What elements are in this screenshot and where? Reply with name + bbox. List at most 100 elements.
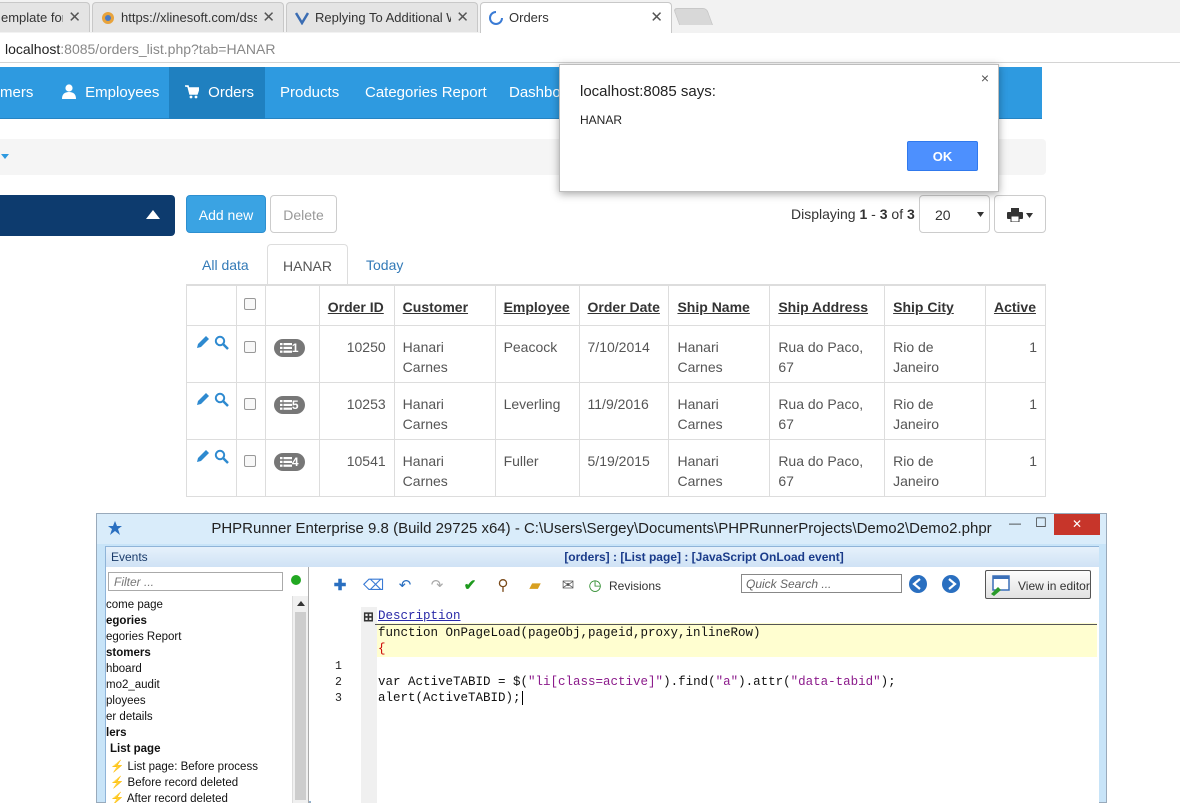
maximize-button[interactable]: ☐ [1029,514,1053,534]
close-icon[interactable]: ✕ [456,8,469,26]
column-header-ship-name[interactable]: Ship Name [668,285,771,326]
nav-item-label: mers [0,84,34,101]
browser-tab[interactable]: emplate for ✕ [0,2,90,32]
edit-icon[interactable] [195,449,210,464]
browser-tab[interactable]: Replying To Additional W ✕ [286,2,478,32]
view-in-editor-label: View in editor [1018,579,1090,593]
nav-item-orders[interactable]: Orders [169,67,265,119]
column-header-order-date[interactable]: Order Date [578,285,670,326]
row-actions [186,382,237,440]
column-header-ship-city[interactable]: Ship City [884,285,986,326]
column-header-customer[interactable]: Customer [393,285,496,326]
tree-node[interactable]: ⚡ Before record deleted [110,775,238,789]
window-close-button[interactable]: ✕ [1054,514,1100,535]
column-header-active[interactable]: Active [984,285,1047,326]
code-line-brace: { [378,642,386,656]
column-header-ship-address[interactable]: Ship Address [769,285,886,326]
quick-search-input[interactable]: Quick Search ... [741,574,902,593]
cell-ship-address: Rua do Paco, 67 [769,325,886,383]
cell-employee: Fuller [494,439,580,497]
new-tab-button[interactable] [672,8,714,25]
column-header-employee[interactable]: Employee [494,285,580,326]
close-icon[interactable]: ✕ [262,8,275,26]
tree-node[interactable]: stomers [106,647,151,659]
search-panel-header[interactable] [0,195,175,236]
view-in-editor-button[interactable]: View in editor [985,570,1091,599]
caret-down-icon[interactable] [1,154,9,160]
browser-tab[interactable]: https://xlinesoft.com/dss ✕ [92,2,284,32]
tree-scrollbar[interactable] [292,596,308,803]
tree-node[interactable]: egories Report [106,631,181,643]
row-checkbox[interactable] [243,398,256,410]
mail-icon[interactable]: ✉ [559,577,577,595]
page-size-select[interactable]: 20 [919,195,990,233]
edit-icon[interactable] [195,335,210,350]
tree-node[interactable]: hboard [106,663,142,675]
nav-item-categories-report[interactable]: Categories Report [365,67,487,119]
alert-close-icon[interactable]: × [981,70,989,86]
close-icon[interactable]: ✕ [650,8,663,26]
address-bar[interactable]: localhost:8085/orders_list.php?tab=HANAR [0,33,1180,63]
tree-node[interactable]: ⚡ List page: Before process [110,759,258,773]
editor-tab-header: [orders] : [List page] : [JavaScript OnL… [309,547,1099,567]
tree-node[interactable]: List page [110,743,160,755]
select-all-checkbox[interactable] [243,298,256,310]
tree-node[interactable]: ⚡ After record deleted [110,791,228,803]
browser-tab-active[interactable]: Orders ✕ [480,2,672,33]
details-badge[interactable]: 5 [273,396,305,414]
tree-node[interactable]: come page [106,599,163,611]
nav-item-label: Products [280,84,340,101]
code-editor[interactable]: ⊞ Description function OnPageLoad(pageOb… [311,607,1099,803]
row-select [235,325,266,383]
row-checkbox[interactable] [243,455,256,467]
nav-item-products[interactable]: Products [280,67,339,119]
forward-arrow-icon[interactable] [941,574,961,594]
back-arrow-icon[interactable] [908,574,928,594]
minimize-button[interactable]: — [1003,514,1027,534]
lightning-icon: ⚡ [110,761,125,773]
search-icon[interactable] [214,449,229,464]
alert-message: HANAR [580,113,623,127]
open-folder-icon[interactable]: ▰ [526,577,544,595]
events-panel-header: Events [106,547,309,567]
nav-item-dashboard[interactable]: Dashbo [509,67,561,119]
search-icon[interactable] [214,335,229,350]
code-token: var ActiveTABID = $( [378,675,529,689]
tab-hanar[interactable]: HANAR [267,244,348,285]
column-header-order-id[interactable]: Order ID [318,285,395,326]
eraser-icon[interactable]: ⌫ [363,577,384,595]
search-icon[interactable] [214,392,229,407]
revisions-button[interactable]: Revisions [609,579,661,593]
check-icon[interactable]: ✔ [461,577,479,595]
undo-icon[interactable]: ↶ [396,577,414,595]
scroll-up-icon[interactable] [297,601,305,606]
close-icon[interactable]: ✕ [68,8,81,26]
tree-node[interactable]: er details [106,711,153,723]
address-host: localhost [5,41,61,57]
revisions-icon[interactable]: ◷ [586,577,604,595]
tab-all-data[interactable]: All data [202,244,249,285]
row-checkbox[interactable] [243,341,256,353]
add-new-button[interactable]: Add new [186,195,266,233]
redo-icon[interactable]: ↷ [428,577,446,595]
edit-icon[interactable] [195,392,210,407]
nav-item-employees[interactable]: Employees [62,67,159,119]
nav-item-customers[interactable]: mers [0,67,33,119]
scrollbar-thumb[interactable] [295,612,306,800]
find-icon[interactable]: ⚲ [494,577,512,595]
tree-node[interactable]: egories [106,615,147,627]
events-filter-input[interactable]: Filter ... [108,572,283,591]
tree-node[interactable]: mo2_audit [106,679,160,691]
delete-button[interactable]: Delete [270,195,337,233]
print-button[interactable] [994,195,1046,233]
expand-icon[interactable]: ⊞ [363,610,374,625]
grid-header-actions [186,285,237,326]
tab-today[interactable]: Today [366,244,403,285]
tree-node[interactable]: ployees [106,695,146,707]
details-badge[interactable]: 4 [273,453,305,471]
tree-node[interactable]: lers [106,727,126,739]
add-icon[interactable]: ✚ [331,577,349,595]
alert-ok-button[interactable]: OK [907,141,978,171]
details-badge[interactable]: 1 [273,339,305,357]
chevron-up-icon[interactable] [146,210,160,219]
